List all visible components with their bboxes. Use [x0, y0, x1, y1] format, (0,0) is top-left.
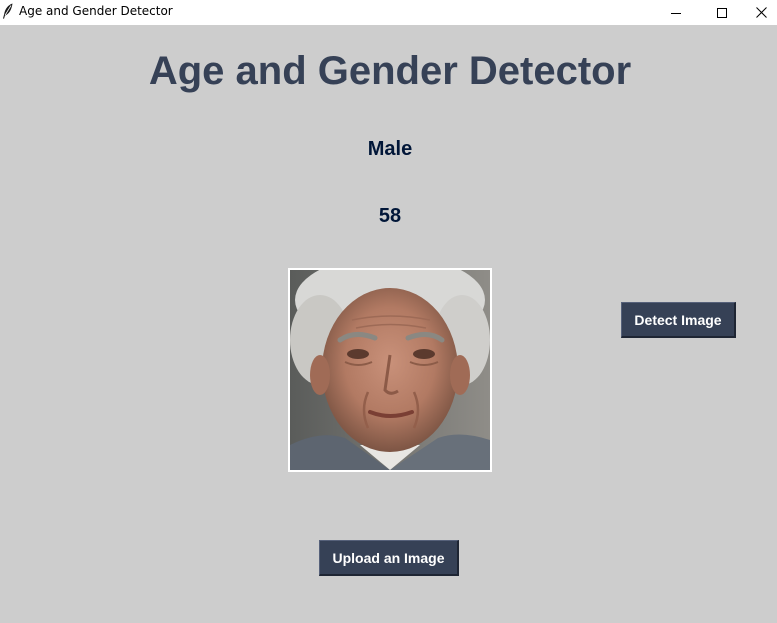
close-button[interactable]	[745, 0, 777, 25]
upload-image-button[interactable]: Upload an Image	[319, 540, 459, 576]
minimize-icon	[671, 8, 681, 18]
app-heading: Age and Gender Detector	[148, 49, 632, 93]
minimize-button[interactable]	[653, 0, 699, 25]
feather-icon	[2, 3, 14, 19]
close-icon	[755, 7, 767, 18]
title-bar[interactable]: Age and Gender Detector	[0, 0, 777, 25]
uploaded-face-image	[288, 268, 492, 472]
maximize-button[interactable]	[699, 0, 745, 25]
window-title: Age and Gender Detector	[19, 4, 173, 18]
gender-result: Male	[367, 138, 413, 160]
app-window: Age and Gender Detector Age and Gender D…	[0, 0, 777, 623]
detect-image-button[interactable]: Detect Image	[621, 302, 736, 338]
age-result: 58	[378, 205, 402, 227]
maximize-icon	[717, 7, 727, 18]
